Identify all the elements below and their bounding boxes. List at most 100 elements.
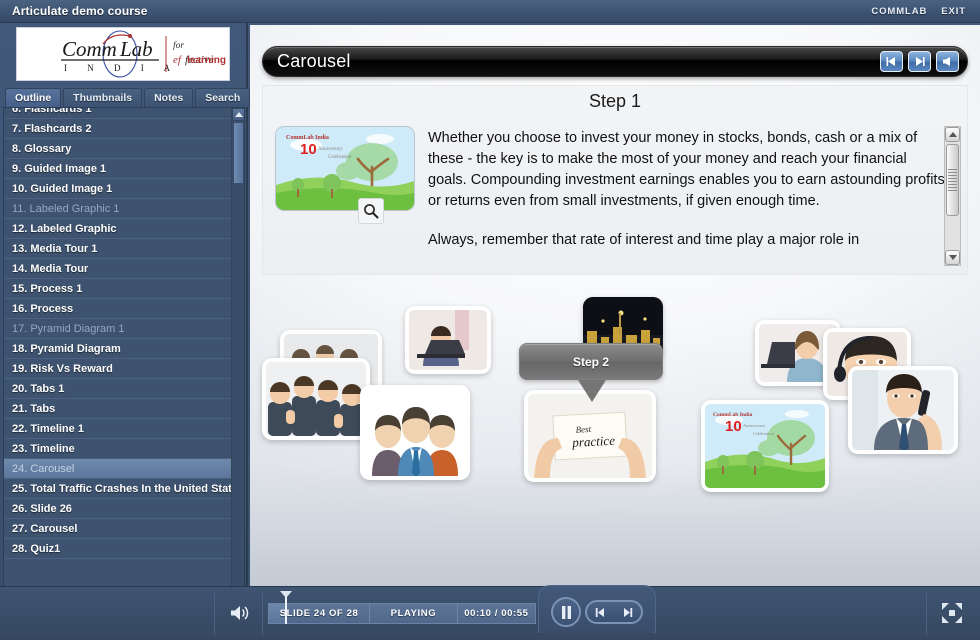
svg-text:10: 10 — [300, 141, 317, 158]
outline-item[interactable]: 19. Risk Vs Reward — [4, 359, 234, 379]
text-scroll-up-icon[interactable] — [945, 127, 960, 142]
outline-item[interactable]: 22. Timeline 1 — [4, 419, 234, 439]
player-divider-right — [926, 593, 927, 635]
page-title: Carousel — [277, 51, 351, 71]
tab-thumbnails[interactable]: Thumbnails — [63, 88, 143, 107]
outline-item[interactable]: 10. Guided Image 1 — [4, 179, 234, 199]
photo-avatars — [364, 389, 466, 476]
slide-body-text: Whether you choose to invest your money … — [428, 128, 948, 269]
hands-card-icon: Best practice — [528, 394, 652, 478]
course-player: Articulate demo course COMMLAB EXIT Comm… — [0, 0, 980, 640]
text-scroll-thumb[interactable] — [946, 144, 959, 216]
carousel-item-man-laptop[interactable] — [405, 306, 491, 374]
svg-text:Celebration: Celebration — [753, 431, 775, 436]
slide-counter: SLIDE 24 OF 28 — [269, 604, 371, 623]
step-tooltip: Step 2 — [519, 343, 663, 402]
outline-item[interactable]: 7. Flashcards 2 — [4, 119, 234, 139]
tab-outline[interactable]: Outline — [5, 88, 62, 107]
tab-notes[interactable]: Notes — [144, 88, 194, 107]
seek-track[interactable]: SLIDE 24 OF 28 PLAYING 00:10 / 00:55 — [268, 603, 536, 624]
step-forward-icon[interactable] — [621, 607, 634, 618]
anniversary-tree-thumb-icon: CommLab India 10 Anniversary Celebration — [276, 127, 414, 210]
svg-text:ef: ef — [173, 54, 183, 66]
outline-item[interactable]: 13. Media Tour 1 — [4, 239, 234, 259]
pause-icon[interactable] — [551, 597, 581, 627]
outline-scrollbar[interactable] — [231, 108, 244, 602]
step-heading: Step 1 — [588, 91, 642, 111]
outline-item[interactable]: 6. Flashcards 1 — [4, 108, 234, 119]
menu-item-exit[interactable]: EXIT — [941, 6, 966, 17]
step-back-icon[interactable] — [594, 607, 607, 618]
outline-panel: 6. Flashcards 1 7. Flashcards 2 8. Glossar… — [3, 107, 245, 603]
seek-playhead[interactable] — [280, 591, 293, 624]
previous-slide-icon[interactable] — [880, 51, 903, 72]
carousel-item-avatars[interactable] — [360, 385, 470, 480]
sidebar-tabs: Outline Thumbnails Notes Search — [0, 85, 251, 107]
svg-text:Comm: Comm — [62, 37, 117, 61]
outline-item[interactable]: 12. Labeled Graphic — [4, 219, 234, 239]
svg-text:I N D I A: I N D I A — [64, 63, 179, 73]
outline-item[interactable]: 26. Slide 26 — [4, 499, 234, 519]
carousel-item-anniversary-tree[interactable]: CommLab India 10 Anniversary Celebration — [701, 400, 829, 492]
man-phone-icon — [852, 370, 954, 450]
commlab-logo-svg: Comm Lab I N D I A for ef fective learni… — [61, 30, 226, 78]
outline-item[interactable]: 9. Guided Image 1 — [4, 159, 234, 179]
photo-anniversary-tree: CommLab India 10 Anniversary Celebration — [705, 404, 825, 488]
outline-item[interactable]: 25. Total Traffic Crashes In the United … — [4, 479, 234, 499]
slide-nav-buttons — [880, 51, 967, 72]
outline-item[interactable]: 23. Timeline — [4, 439, 234, 459]
player-divider-mid — [262, 593, 263, 635]
outline-item[interactable]: 21. Tabs — [4, 399, 234, 419]
svg-text:for: for — [173, 40, 184, 51]
text-scrollbar[interactable] — [944, 126, 961, 266]
carousel: Best practice CommLab India 10 Anniversa… — [250, 280, 980, 540]
outline-item[interactable]: 14. Media Tour — [4, 259, 234, 279]
volume-icon[interactable] — [226, 600, 252, 626]
content-card: Step 1 CommLab India 10 Anniversary Cele… — [262, 85, 968, 275]
photo-man-phone — [852, 370, 954, 450]
next-slide-icon[interactable] — [908, 51, 931, 72]
outline-scroll-thumb[interactable] — [233, 122, 244, 184]
svg-text:10: 10 — [725, 418, 742, 435]
anniversary-tree-icon: CommLab India 10 Anniversary Celebration — [705, 404, 825, 488]
avatars-icon — [364, 389, 466, 476]
fullscreen-icon[interactable] — [938, 599, 966, 627]
tab-search[interactable]: Search — [195, 88, 251, 107]
transport-controls — [538, 585, 656, 633]
paragraph-1: Whether you choose to invest your money … — [428, 130, 945, 209]
carousel-item-best-practice[interactable]: Best practice — [524, 390, 656, 482]
outline-item[interactable]: 18. Pyramid Diagram — [4, 339, 234, 359]
svg-text:Anniversary: Anniversary — [743, 423, 766, 428]
carousel-item-group-thumbsup[interactable] — [262, 358, 370, 440]
outline-item[interactable]: 20. Tabs 1 — [4, 379, 234, 399]
sidebar: Comm Lab I N D I A for ef fective learni… — [0, 23, 251, 603]
outline-item[interactable]: 11. Labeled Graphic 1 — [4, 199, 234, 219]
svg-text:practice: practice — [571, 433, 616, 450]
slide-canvas: Carousel Step 1 CommLab India 10 Anniver… — [250, 25, 980, 586]
tooltip-label: Step 2 — [572, 354, 609, 369]
outline-item[interactable]: 17. Pyramid Diagram 1 — [4, 319, 234, 339]
magnify-icon[interactable] — [358, 198, 384, 224]
outline-item[interactable]: 28. Quiz1 — [4, 539, 234, 559]
slide-thumbnail[interactable]: CommLab India 10 Anniversary Celebration — [275, 126, 415, 211]
audio-icon[interactable] — [936, 51, 959, 72]
man-laptop-icon — [409, 310, 487, 370]
outline-item[interactable]: 24. Carousel — [4, 459, 234, 479]
outline-item[interactable]: 8. Glossary — [4, 139, 234, 159]
time-display: 00:10 / 00:55 — [464, 608, 529, 619]
course-title: Articulate demo course — [12, 4, 148, 18]
outline-item[interactable]: 16. Process — [4, 299, 234, 319]
outline-item[interactable]: 15. Process 1 — [4, 279, 234, 299]
seek-bar[interactable]: SLIDE 24 OF 28 PLAYING 00:10 / 00:55 — [268, 591, 536, 624]
status-badge: PLAYING — [370, 604, 458, 623]
scroll-up-icon[interactable] — [232, 108, 244, 121]
outline-item[interactable]: 27. Carousel — [4, 519, 234, 539]
outline-list: 6. Flashcards 1 7. Flashcards 2 8. Glossar… — [4, 108, 234, 559]
prev-next-group[interactable] — [585, 600, 643, 624]
menu-item-commlab[interactable]: COMMLAB — [871, 6, 927, 17]
carousel-item-man-phone[interactable] — [848, 366, 958, 454]
top-menu: COMMLAB EXIT — [871, 6, 980, 17]
svg-text:Lab: Lab — [119, 37, 153, 61]
text-scroll-down-icon[interactable] — [945, 250, 960, 265]
slide-stage: Carousel Step 1 CommLab India 10 Anniver… — [250, 25, 980, 586]
